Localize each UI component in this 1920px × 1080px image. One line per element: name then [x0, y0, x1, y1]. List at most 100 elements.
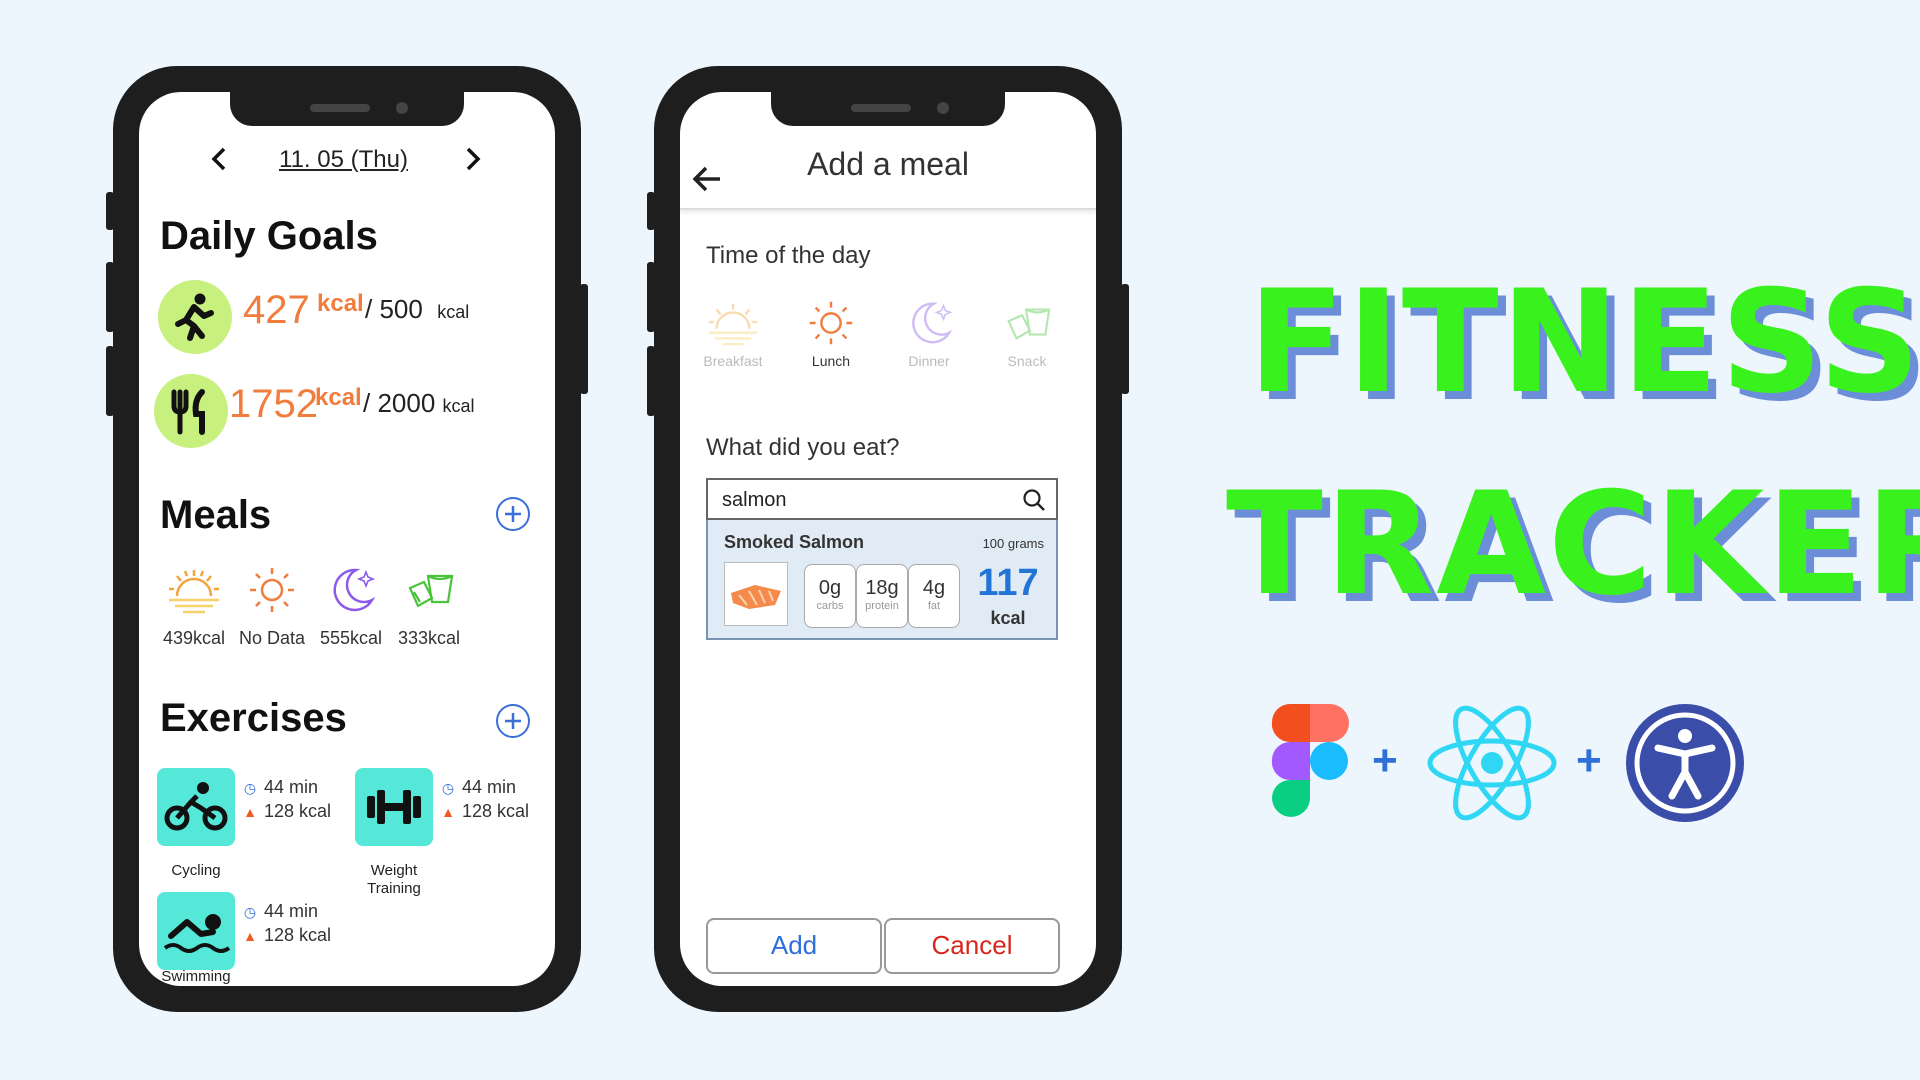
meal-label: 439kcal	[162, 628, 226, 648]
meal-breakfast[interactable]: 439kcal	[149, 562, 239, 649]
activity-goal-value: / 500	[365, 294, 423, 324]
search-value: salmon	[722, 489, 787, 511]
exercise-cycling[interactable]	[157, 768, 235, 846]
time-snack[interactable]: Snack	[982, 296, 1072, 369]
time-label: Snack	[1007, 353, 1047, 369]
activity-kcal-unit: kcal	[317, 290, 364, 317]
sun-icon	[250, 568, 294, 612]
exercise-calories: 128 kcal	[264, 801, 332, 821]
swimming-icon	[163, 914, 231, 953]
phone-notch	[771, 92, 1005, 126]
exercise-name: Weight Training	[367, 862, 421, 897]
food-search-input[interactable]: salmon	[706, 478, 1058, 520]
accessibility-icon	[1626, 704, 1744, 822]
time-label: Dinner	[908, 353, 950, 369]
add-exercise-button[interactable]	[496, 704, 530, 738]
macro-carbs: 0g carbs	[804, 564, 856, 628]
what-eat-label: What did you eat?	[706, 434, 900, 461]
food-goal: / 2000 kcal	[363, 388, 475, 419]
salmon-thumbnail	[724, 562, 788, 626]
meal-snack[interactable]: 333kcal	[384, 562, 474, 649]
food-kcal-value: 117	[977, 562, 1039, 604]
food-goal-value: / 2000	[363, 388, 436, 418]
activity-goal: / 500 kcal	[365, 294, 469, 325]
exercise-stats: ◷ 44 min ▲ 128 kcal	[440, 776, 529, 824]
exercise-swimming[interactable]	[157, 892, 235, 970]
macro-label: protein	[865, 600, 899, 612]
timer-icon: ◷	[243, 904, 257, 920]
exercise-name: Cycling	[171, 862, 221, 879]
flame-icon: ▲	[243, 928, 257, 944]
meal-label: 333kcal	[397, 628, 461, 648]
add-button[interactable]: Add	[706, 918, 882, 974]
exercises-title: Exercises	[160, 696, 347, 740]
food-kcal-unit: kcal	[990, 608, 1026, 628]
food-kcal-value: 1752	[229, 382, 318, 426]
flame-icon: ▲	[243, 804, 257, 820]
exercise-name: Swimming	[161, 968, 231, 985]
time-breakfast[interactable]: Breakfast	[688, 296, 778, 369]
meal-lunch[interactable]: No Data	[227, 562, 317, 649]
macro-value: 4g	[922, 577, 946, 599]
meal-dinner[interactable]: 555kcal	[306, 562, 396, 649]
exercise-duration: 44 min	[264, 777, 319, 797]
time-of-day-label: Time of the day	[706, 242, 871, 269]
macro-value: 0g	[818, 577, 842, 599]
plus-icon	[505, 506, 521, 522]
chevron-left-icon[interactable]	[205, 144, 235, 174]
date-navigation: 11. 05 (Thu)	[139, 142, 555, 182]
sun-icon	[809, 301, 853, 345]
salmon-icon	[731, 585, 781, 609]
time-label: Breakfast	[703, 353, 763, 369]
brand-title-line2: TRACKER	[1226, 462, 1920, 627]
phone-screen: Add a meal Time of the day Breakfast Lun…	[680, 92, 1096, 986]
timer-icon: ◷	[441, 780, 455, 796]
food-name: Smoked Salmon	[724, 532, 865, 552]
add-meal-button[interactable]	[496, 497, 530, 531]
phone-mockup-daily: 11. 05 (Thu) Daily Goals 427 kcal / 500 …	[106, 66, 588, 1012]
food-kcal-unit: kcal	[315, 384, 362, 411]
exercise-weight-training[interactable]	[355, 768, 433, 846]
running-icon	[158, 280, 232, 354]
phone-volume-down	[106, 346, 114, 416]
plus-icon	[505, 713, 521, 729]
phone-side-button	[106, 192, 114, 230]
sunrise-icon	[169, 570, 219, 614]
moon-icon	[333, 568, 376, 612]
exercise-duration: 44 min	[264, 901, 319, 921]
flame-icon: ▲	[441, 804, 455, 820]
phone-notch	[230, 92, 464, 126]
dumbbell-icon	[367, 790, 421, 824]
cycling-icon	[164, 782, 228, 831]
phone-mockup-add-meal: Add a meal Time of the day Breakfast Lun…	[647, 66, 1129, 1012]
plus-sign: +	[1372, 736, 1398, 785]
activity-kcal-value: 427	[243, 288, 310, 332]
phone-volume-down	[647, 346, 655, 416]
exercise-calories: 128 kcal	[264, 925, 332, 945]
chevron-right-icon[interactable]	[457, 144, 487, 174]
food-amount: 100 grams	[982, 536, 1044, 551]
snack-icon	[408, 574, 454, 608]
macro-label: carbs	[816, 600, 844, 612]
phone-power-button	[1121, 284, 1129, 394]
food-result-item[interactable]: Smoked Salmon 100 grams 0g carbs 18g prote…	[706, 520, 1058, 640]
phone-volume-up	[106, 262, 114, 332]
time-lunch[interactable]: Lunch	[786, 296, 876, 369]
current-date[interactable]: 11. 05 (Thu)	[279, 146, 408, 174]
activity-goal-unit: kcal	[437, 302, 470, 322]
page-title: Add a meal	[807, 146, 969, 182]
plus-sign: +	[1576, 736, 1602, 785]
exercise-duration: 44 min	[462, 777, 517, 797]
moon-icon	[912, 302, 953, 344]
cancel-button[interactable]: Cancel	[884, 918, 1060, 974]
macro-fat: 4g fat	[908, 564, 960, 628]
figma-logo-icon	[1271, 704, 1349, 817]
search-icon[interactable]	[1022, 488, 1046, 512]
time-dinner[interactable]: Dinner	[884, 296, 974, 369]
exercise-stats: ◷ 44 min ▲ 128 kcal	[242, 776, 331, 824]
utensils-icon	[154, 374, 228, 448]
phone-side-button	[647, 192, 655, 230]
phone-power-button	[580, 284, 588, 394]
exercise-stats: ◷ 44 min ▲ 128 kcal	[242, 900, 331, 948]
time-label: Lunch	[811, 353, 851, 369]
